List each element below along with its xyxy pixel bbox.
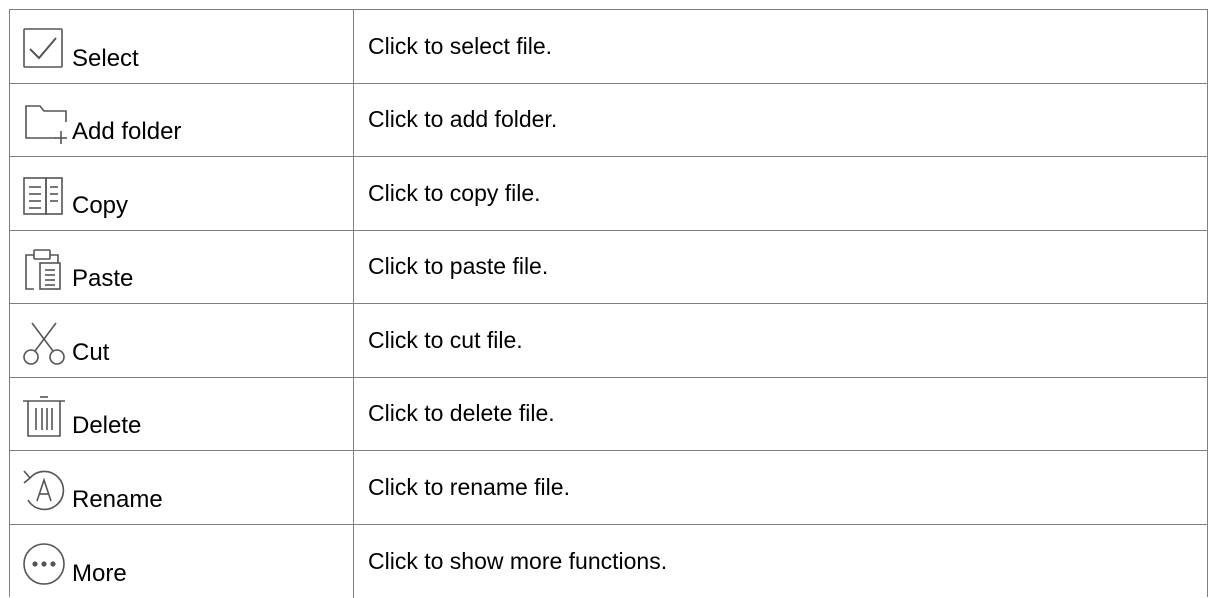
add-folder-icon [20,98,68,146]
function-label: Paste [72,267,133,291]
paste-icon [20,245,68,293]
description-cell: Click to delete file. [354,378,1207,451]
table-row: Copy Click to copy file. [10,157,1207,231]
table-row: More Click to show more functions. [10,525,1207,598]
function-cell: Add folder [10,84,354,157]
table-row: Cut Click to cut file. [10,304,1207,378]
function-description: Click to show more functions. [368,548,667,575]
function-description: Click to add folder. [368,106,557,133]
function-label: Cut [72,341,109,365]
table-row: Rename Click to rename file. [10,451,1207,525]
cut-icon [20,319,68,367]
function-label: Rename [72,488,163,512]
copy-icon [20,172,68,220]
table-row: Add folder Click to add folder. [10,84,1207,158]
function-description: Click to copy file. [368,180,541,207]
description-cell: Click to copy file. [354,157,1207,230]
function-description: Click to cut file. [368,327,523,354]
function-cell: Rename [10,451,354,524]
function-description: Click to paste file. [368,253,548,280]
description-cell: Click to show more functions. [354,525,1207,598]
table-row: Paste Click to paste file. [10,231,1207,305]
rename-icon [20,466,68,514]
description-cell: Click to add folder. [354,84,1207,157]
function-description: Click to select file. [368,33,552,60]
function-description: Click to delete file. [368,400,555,427]
description-cell: Click to paste file. [354,231,1207,304]
function-cell: Delete [10,378,354,451]
description-cell: Click to select file. [354,10,1207,83]
function-cell: Select [10,10,354,83]
description-cell: Click to rename file. [354,451,1207,524]
delete-icon [20,392,68,440]
function-description: Click to rename file. [368,474,570,501]
function-label: Add folder [72,120,181,144]
description-cell: Click to cut file. [354,304,1207,377]
more-icon [20,540,68,588]
table-row: Select Click to select file. [10,10,1207,84]
select-icon [20,25,68,73]
function-label: Delete [72,414,141,438]
function-cell: Paste [10,231,354,304]
function-label: More [72,562,127,586]
function-cell: Cut [10,304,354,377]
function-cell: Copy [10,157,354,230]
function-label: Select [72,47,139,71]
function-table: Select Click to select file. Add folder … [9,9,1208,597]
table-row: Delete Click to delete file. [10,378,1207,452]
function-cell: More [10,525,354,598]
function-label: Copy [72,194,128,218]
